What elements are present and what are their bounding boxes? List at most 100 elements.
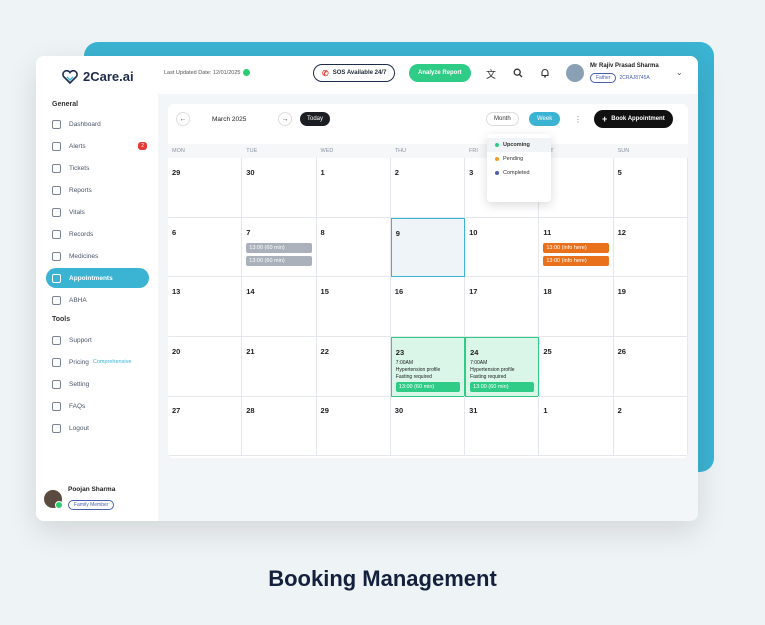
calendar-day[interactable]: 21 (242, 336, 317, 397)
calendar-day[interactable]: 30 (242, 158, 317, 218)
week-view-button[interactable]: Week (529, 112, 561, 126)
sidebar-item-logout[interactable]: Logout (46, 418, 149, 438)
status-option-upcoming[interactable]: Upcoming (487, 138, 551, 152)
sidebar-item-abha[interactable]: ABHA (46, 290, 149, 310)
sidebar-item-setting[interactable]: Setting (46, 374, 149, 394)
event-title: Hypertension profile (395, 366, 441, 373)
calendar-day[interactable]: 2 (613, 396, 688, 456)
day-number: 23 (395, 347, 405, 357)
status-option-label: Pending (503, 156, 524, 162)
last-updated-text: Last Updated Date: 12/01/2025 (164, 69, 241, 76)
appointment-event[interactable]: 13:00 (info here) (543, 255, 609, 266)
calendar-day[interactable]: 6 (168, 217, 243, 277)
translate-icon[interactable]: 文 (483, 65, 499, 81)
sidebar-item-pricing[interactable]: Pricing Comprehensive (46, 352, 149, 372)
headset-icon (52, 335, 61, 345)
month-view-button[interactable]: Month (486, 112, 519, 126)
calendar-day[interactable]: 11 13:00 (info here) 13:00 (info here) (539, 217, 614, 277)
calendar-day-booked[interactable]: 24 7:00AM Hypertension profile Fasting r… (465, 336, 540, 397)
analyze-report-button[interactable]: Analyze Report (409, 64, 471, 82)
event-note: Fasting required (470, 373, 507, 380)
prev-month-icon[interactable]: ← (176, 112, 190, 126)
sidebar-item-medicines[interactable]: Medicines (46, 246, 149, 266)
gear-icon (52, 379, 61, 389)
next-month-icon[interactable]: → (278, 112, 292, 126)
records-icon (52, 229, 61, 239)
day-number: 29 (172, 168, 181, 177)
calendar-day[interactable]: 7 13:00 (60 min) 13:00 (60 min) (242, 217, 317, 277)
more-options-icon[interactable]: ⋮ (572, 112, 584, 126)
calendar-day[interactable]: 13 (168, 277, 243, 337)
profile-name: Mr Rajiv Prasad Sharma (590, 63, 659, 69)
sidebar-item-records[interactable]: Records (46, 224, 149, 244)
day-number: 13 (172, 287, 181, 296)
appointment-event[interactable]: 13:00 (60 min) (246, 242, 312, 253)
search-icon[interactable] (510, 65, 526, 81)
section-general: General (52, 101, 79, 108)
status-option-pending[interactable]: Pending (487, 152, 551, 166)
sos-button[interactable]: ✆ SOS Available 24/7 (313, 64, 396, 82)
calendar-day[interactable]: 5 (613, 158, 688, 218)
calendar-day[interactable]: 17 (465, 277, 540, 337)
calendar-day-selected[interactable]: 9 (390, 217, 466, 277)
question-icon (52, 401, 61, 411)
sidebar-item-support[interactable]: Support (46, 330, 149, 350)
refresh-icon[interactable] (243, 69, 251, 76)
day-number: 30 (246, 168, 255, 177)
calendar-day[interactable]: 2 (390, 158, 466, 218)
sidebar-item-tickets[interactable]: Tickets (46, 158, 149, 178)
event-title: Hypertension profile (470, 366, 515, 373)
calendar-day[interactable]: 26 (613, 336, 688, 397)
chevron-down-icon[interactable]: ⌄ (676, 68, 683, 77)
appointment-event[interactable]: 13:00 (60 min) (395, 381, 461, 392)
weekday-label: TUE (246, 148, 258, 154)
sidebar-item-reports[interactable]: Reports (46, 180, 149, 200)
calendar-day[interactable]: 22 (316, 336, 391, 397)
sidebar-item-vitals[interactable]: Vitals (46, 202, 149, 222)
appointment-event[interactable]: 13:00 (60 min) (246, 255, 312, 266)
calendar-day[interactable]: 16 (390, 277, 466, 337)
profile-id: 2CRAJ8745A (619, 75, 650, 81)
calendar-day[interactable]: 28 (242, 396, 317, 456)
calendar-day[interactable]: 14 (242, 277, 317, 337)
sidebar-item-faqs[interactable]: FAQs (46, 396, 149, 416)
pill-icon (52, 251, 61, 261)
day-number: 21 (246, 346, 255, 356)
calendar-day[interactable]: 31 (465, 396, 540, 456)
calendar-day-booked[interactable]: 23 7:00AM Hypertension profile Fasting r… (390, 336, 466, 397)
book-appointment-button[interactable]: + Book Appointment (594, 110, 673, 128)
calendar-day[interactable]: 29 (316, 396, 391, 456)
day-number: 15 (320, 287, 329, 296)
brand-logo[interactable]: 2Care.ai (62, 69, 134, 84)
profile-avatar[interactable] (566, 64, 584, 82)
calendar-day[interactable]: 1 (539, 396, 614, 456)
notification-bell-icon[interactable] (537, 65, 553, 81)
today-button[interactable]: Today (300, 112, 331, 126)
event-time: 7:00AM (395, 359, 414, 366)
status-option-label: Completed (503, 170, 530, 176)
sidebar-item-alerts[interactable]: Alerts 2 (46, 136, 149, 156)
calendar-day[interactable]: 27 (168, 396, 243, 456)
calendar-day[interactable]: 30 (390, 396, 466, 456)
status-option-completed[interactable]: Completed (487, 166, 551, 180)
day-number: 6 (172, 227, 177, 237)
calendar-day[interactable]: 12 (613, 217, 688, 277)
appointment-event[interactable]: 13:00 (60 min) (470, 381, 535, 392)
calendar-day[interactable]: 25 (539, 336, 614, 397)
current-user[interactable]: Poojan Sharma Family Member (44, 486, 115, 511)
avatar (44, 489, 63, 509)
sidebar-item-label: Reports (69, 186, 92, 194)
status-option-label: Upcoming (503, 142, 530, 148)
calendar-day[interactable]: 18 (539, 277, 614, 337)
calendar-day[interactable]: 8 (316, 217, 391, 277)
calendar-day[interactable]: 20 (168, 336, 243, 397)
calendar-day[interactable]: 29 (168, 158, 243, 218)
calendar-day[interactable]: 1 (316, 158, 391, 218)
sidebar-item-appointments[interactable]: Appointments (46, 268, 149, 288)
appointment-event[interactable]: 13:00 (info here) (543, 242, 609, 253)
day-number: 28 (246, 406, 255, 415)
calendar-day[interactable]: 19 (613, 277, 688, 337)
calendar-day[interactable]: 10 (465, 217, 540, 277)
calendar-day[interactable]: 15 (316, 277, 391, 337)
sidebar-item-dashboard[interactable]: Dashboard (46, 114, 149, 134)
